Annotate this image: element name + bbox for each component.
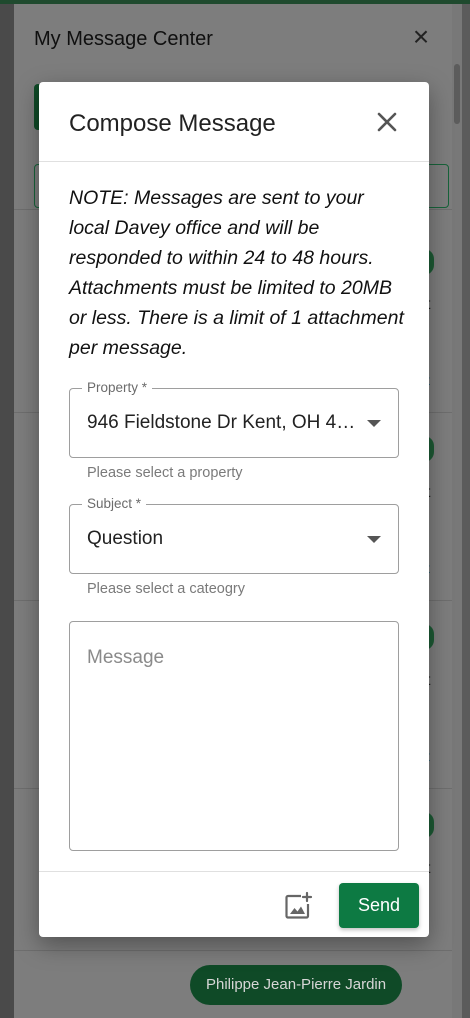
property-value: 946 Fieldstone Dr Kent, OH 44240 bbox=[87, 412, 357, 433]
scrollbar-thumb[interactable] bbox=[454, 64, 460, 124]
subject-value: Question bbox=[87, 528, 164, 549]
message-field bbox=[69, 621, 399, 851]
dialog-title: Compose Message bbox=[69, 110, 276, 137]
notice-text: NOTE: Messages are sent to your local Da… bbox=[69, 187, 404, 359]
property-select[interactable]: Property * 946 Fieldstone Dr Kent, OH 44… bbox=[69, 380, 399, 458]
subject-label: Subject * bbox=[82, 496, 147, 511]
add-image-icon[interactable] bbox=[282, 890, 314, 922]
author-chip[interactable]: Philippe Jean-Pierre Jardin bbox=[190, 965, 403, 1005]
chevron-down-icon bbox=[367, 420, 381, 427]
message-input[interactable] bbox=[71, 623, 397, 849]
subject-select[interactable]: Subject * Question bbox=[69, 496, 399, 574]
close-icon[interactable] bbox=[371, 106, 403, 138]
send-button[interactable]: Send bbox=[339, 883, 419, 928]
row-divider bbox=[14, 950, 452, 951]
compose-message-dialog: Compose Message NOTE: Messages are sent … bbox=[39, 82, 429, 937]
chevron-down-icon bbox=[367, 536, 381, 543]
panel-scrollbar[interactable] bbox=[452, 4, 462, 1018]
left-edge-strip bbox=[0, 4, 14, 1018]
message-center-title: My Message Center bbox=[34, 28, 213, 50]
subject-hint: Please select a cateogry bbox=[87, 581, 245, 597]
property-hint: Please select a property bbox=[87, 465, 243, 481]
message-center-close-icon[interactable]: × bbox=[406, 22, 436, 52]
property-label: Property * bbox=[82, 380, 153, 395]
dialog-header: Compose Message bbox=[39, 82, 429, 162]
dialog-footer: Send bbox=[39, 871, 429, 937]
